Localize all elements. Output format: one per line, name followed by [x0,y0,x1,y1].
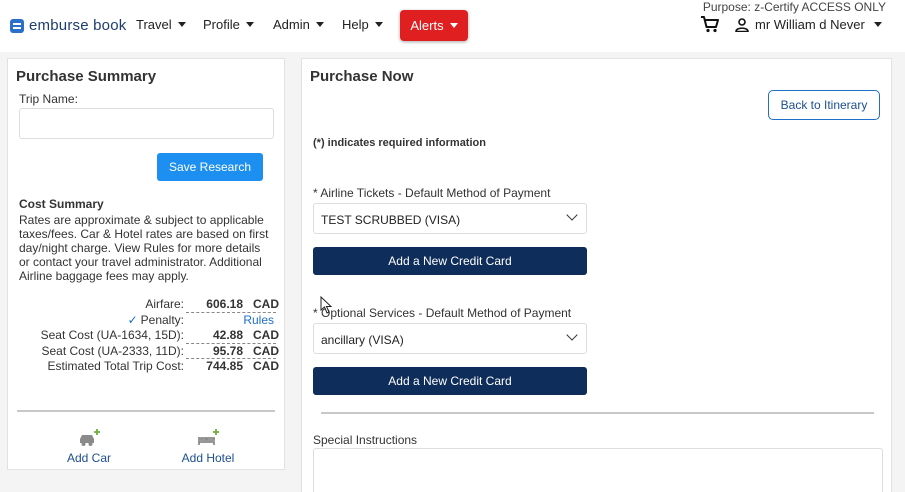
total-label: Estimated Total Trip Cost: [47,359,185,373]
car-add-icon [80,429,100,446]
user-menu[interactable]: mr William d Never [735,17,882,32]
optional-services-payment-select[interactable]: ancillary (VISA) [313,323,587,354]
penalty-label-wrap: ✓ Penalty: [128,313,184,327]
emburse-logo-icon [10,18,24,33]
back-to-itinerary-button[interactable]: Back to Itinerary [768,90,880,120]
top-navigation-bar: emburse book Travel Profile Admin Help A… [0,0,905,52]
seat-cost-1-currency: CAD [253,328,279,342]
chevron-down-icon [315,22,324,27]
airline-payment-select[interactable]: TEST SCRUBBED (VISA) [313,203,587,234]
brand-name: emburse book [29,17,127,34]
mouse-pointer-icon [320,296,332,314]
nav-profile-label: Profile [203,17,240,32]
airline-payment-label: * Airline Tickets - Default Method of Pa… [313,186,551,200]
airfare-amount: 606.18 [206,297,243,311]
chevron-down-icon [566,329,578,341]
special-instructions-textarea[interactable] [313,448,883,492]
chevron-down-icon [245,22,254,27]
add-credit-card-button-optional[interactable]: Add a New Credit Card [313,367,587,395]
nav-travel-label: Travel [136,17,172,32]
nav-admin-label: Admin [273,17,310,32]
add-car-label: Add Car [66,451,112,465]
trip-name-input[interactable] [19,108,274,139]
hotel-bed-add-icon [198,429,219,445]
seat-cost-1-label: Seat Cost (UA-1634, 15D): [40,328,184,342]
cost-summary-heading: Cost Summary [19,197,104,211]
purchase-summary-panel: Purchase Summary Trip Name: Save Researc… [7,58,285,470]
chevron-down-icon [449,23,458,28]
purpose-text: Purpose: z-Certify ACCESS ONLY [702,0,886,14]
seat-cost-2-amount: 95.78 [212,344,243,358]
nav-profile[interactable]: Profile [203,17,254,32]
penalty-label: Penalty: [140,313,184,327]
seat-cost-2-currency: CAD [253,344,279,358]
required-info-note: (*) indicates required information [313,137,486,149]
chevron-down-icon [374,22,383,27]
cost-summary-note: Rates are approximate & subject to appli… [19,213,269,283]
add-hotel-label: Add Hotel [181,451,235,465]
user-name: mr William d Never [755,17,865,32]
nav-help-label: Help [342,17,369,32]
special-instructions-label: Special Instructions [313,433,418,447]
add-hotel-button[interactable]: Add Hotel [163,427,253,472]
brand-logo[interactable]: emburse book [10,17,126,34]
add-credit-card-button-airline[interactable]: Add a New Credit Card [313,247,587,275]
optional-services-payment-value: ancillary (VISA) [321,333,404,347]
nav-travel[interactable]: Travel [136,17,186,32]
alerts-button[interactable]: Alerts [400,10,468,41]
section-divider [321,412,874,414]
chevron-down-icon [566,209,578,221]
total-currency: CAD [253,359,279,373]
optional-services-payment-label: * Optional Services - Default Method of … [313,306,572,320]
seat-cost-1-amount: 42.88 [212,328,243,342]
cost-row-seat-1: Seat Cost (UA-1634, 15D): 42.88 CAD [8,328,286,344]
user-icon [735,17,749,32]
purchase-summary-title: Purchase Summary [16,68,157,85]
cost-row-penalty: ✓ Penalty: Rules [8,313,286,329]
save-research-button[interactable]: Save Research [157,153,263,181]
purchase-now-panel: Purchase Now Back to Itinerary (*) indic… [301,58,892,492]
chevron-down-icon [873,22,882,27]
rules-link[interactable]: Rules [186,313,274,327]
nav-help[interactable]: Help [342,17,383,32]
total-amount: 744.85 [206,359,243,373]
cost-row-total: Estimated Total Trip Cost: 744.85 CAD [8,359,286,375]
shopping-cart-icon[interactable] [700,14,720,34]
section-divider [17,410,275,412]
airline-payment-value: TEST SCRUBBED (VISA) [321,213,461,227]
purchase-now-title: Purchase Now [310,68,414,85]
check-icon: ✓ [127,313,138,327]
add-car-button[interactable]: Add Car [44,427,134,472]
nav-admin[interactable]: Admin [273,17,324,32]
seat-cost-2-label: Seat Cost (UA-2333, 11D): [41,344,184,358]
alerts-label: Alerts [410,18,444,33]
trip-name-label: Trip Name: [19,92,78,106]
airfare-currency: CAD [253,297,279,311]
cost-row-airfare: Airfare: 606.18 CAD [8,297,286,313]
chevron-down-icon [177,22,186,27]
airfare-label: Airfare: [145,297,184,311]
